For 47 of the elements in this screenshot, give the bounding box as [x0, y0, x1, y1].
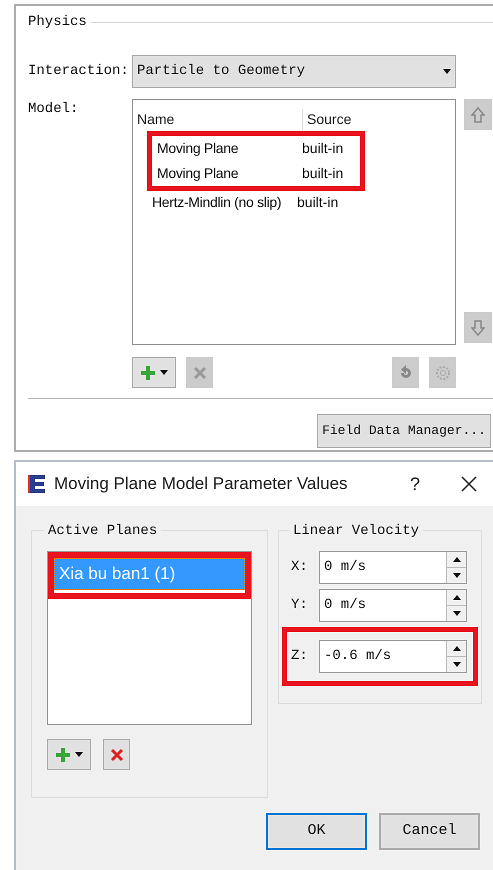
caret-icon: [160, 370, 168, 376]
add-button[interactable]: [47, 739, 91, 770]
delete-icon: [192, 366, 206, 380]
model-name: Moving Plane: [157, 139, 240, 158]
up-caret-icon: [452, 557, 460, 562]
group-title: Physics: [28, 13, 87, 32]
axis-label: Z:: [291, 647, 309, 666]
close-icon: [461, 476, 477, 492]
move-up-button[interactable]: [464, 99, 492, 130]
move-down-button[interactable]: [464, 312, 492, 343]
velocity-spinbox[interactable]: 0 m/s: [319, 589, 467, 622]
caret-icon: [443, 68, 451, 74]
axis-label: Y:: [291, 596, 309, 615]
up-caret-icon: [452, 646, 460, 651]
delete-button[interactable]: [103, 739, 130, 770]
model-source: built-in: [297, 193, 338, 212]
down-caret-icon: [452, 611, 460, 616]
model-name: Hertz-Mindlin (no slip): [152, 193, 282, 212]
column-header[interactable]: Name: [133, 109, 303, 130]
delete-icon: [110, 748, 124, 762]
add-button[interactable]: [132, 357, 176, 388]
column-header[interactable]: Source: [303, 109, 352, 130]
down-arrow-icon: [471, 320, 485, 336]
down-caret-icon: [452, 662, 460, 667]
interaction-label: Interaction:: [28, 62, 130, 81]
dialog-button[interactable]: Cancel: [379, 813, 480, 850]
model-name: Moving Plane: [157, 164, 240, 183]
up-caret-icon: [452, 595, 460, 600]
up-arrow-icon: [471, 106, 485, 122]
plus-icon: [55, 746, 71, 762]
reset-button[interactable]: [392, 357, 419, 388]
interaction-dropdown[interactable]: Particle to Geometry: [132, 55, 456, 88]
app-logo-icon: [28, 474, 46, 494]
dialog-button[interactable]: OK: [266, 813, 367, 850]
velocity-spinbox[interactable]: 0 m/s: [319, 551, 467, 584]
window-title: Moving Plane Model Parameter Values: [54, 473, 348, 496]
plus-icon: [140, 364, 156, 380]
model-source: built-in: [302, 164, 344, 183]
axis-label: X:: [291, 558, 309, 577]
caret-icon: [75, 752, 83, 758]
down-caret-icon: [452, 573, 460, 578]
model-label: Model:: [28, 100, 80, 119]
model-source: built-in: [302, 139, 344, 158]
settings-icon: [434, 364, 450, 380]
velocity-spinbox[interactable]: -0.6 m/s: [319, 640, 467, 673]
help-button[interactable]: ?: [403, 470, 427, 498]
field-data-manager-button[interactable]: Field Data Manager...: [317, 414, 491, 448]
